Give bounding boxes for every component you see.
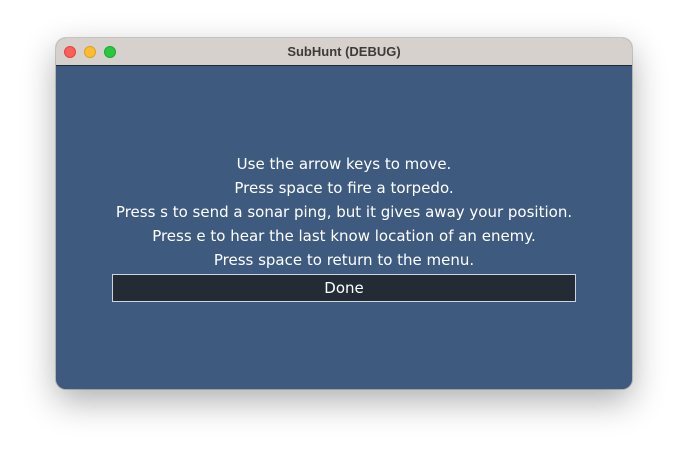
instruction-sonar: Press s to send a sonar ping, but it giv… <box>115 203 573 221</box>
instruction-move: Use the arrow keys to move. <box>236 155 452 173</box>
title-bar[interactable]: SubHunt (DEBUG) <box>56 38 632 66</box>
instruction-enemy-location: Press e to hear the last know location o… <box>152 227 536 245</box>
done-button[interactable]: Done <box>112 274 576 302</box>
instructions-screen: Use the arrow keys to move. Press space … <box>56 66 632 389</box>
instruction-return-menu: Press space to return to the menu. <box>213 251 475 269</box>
app-window: SubHunt (DEBUG) Use the arrow keys to mo… <box>56 38 632 389</box>
window-title: SubHunt (DEBUG) <box>287 44 401 59</box>
instruction-fire: Press space to fire a torpedo. <box>234 179 454 197</box>
